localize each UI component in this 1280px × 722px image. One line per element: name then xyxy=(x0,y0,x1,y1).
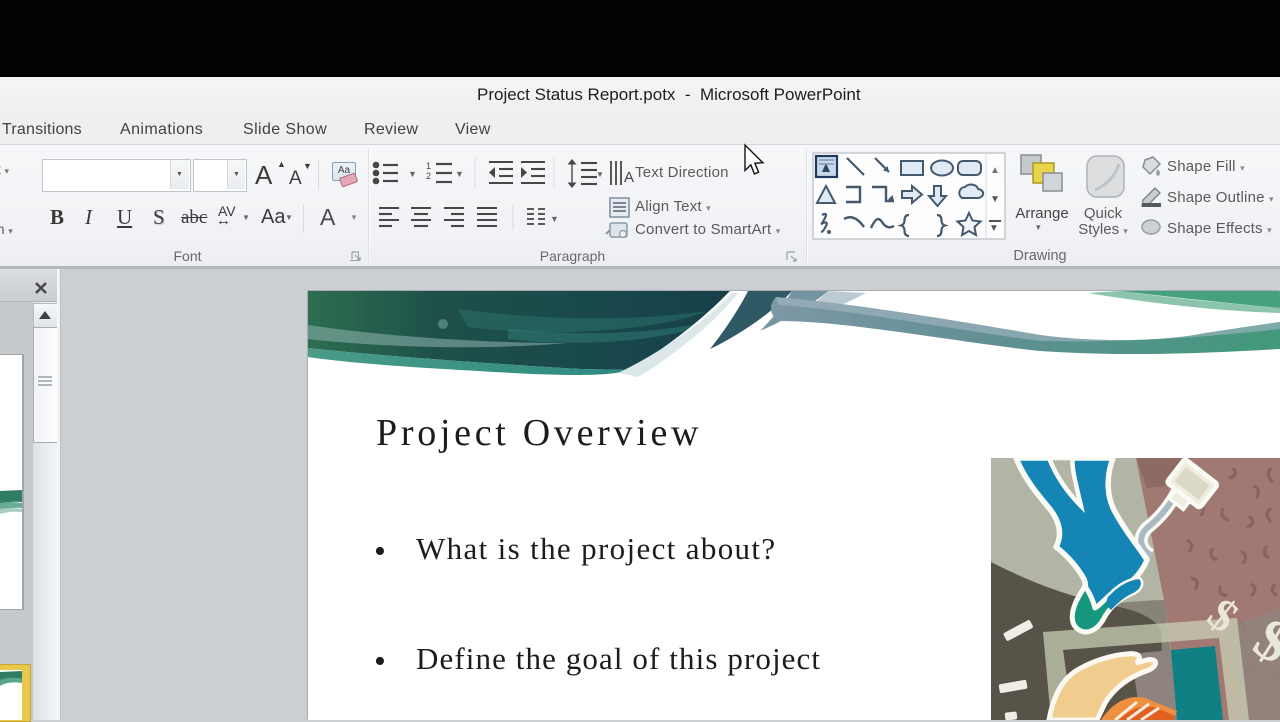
svg-text:▼: ▼ xyxy=(989,223,999,234)
svg-text:2: 2 xyxy=(426,171,431,181)
svg-text:▼: ▼ xyxy=(596,170,604,179)
svg-text:▲: ▲ xyxy=(990,165,1000,176)
svg-text:A: A xyxy=(624,169,634,186)
svg-text:▼: ▼ xyxy=(990,194,1000,205)
svg-text:▼: ▼ xyxy=(455,169,464,179)
svg-text:▼: ▼ xyxy=(550,214,559,224)
svg-text:▼: ▼ xyxy=(408,169,417,179)
svg-text:1: 1 xyxy=(426,161,431,171)
